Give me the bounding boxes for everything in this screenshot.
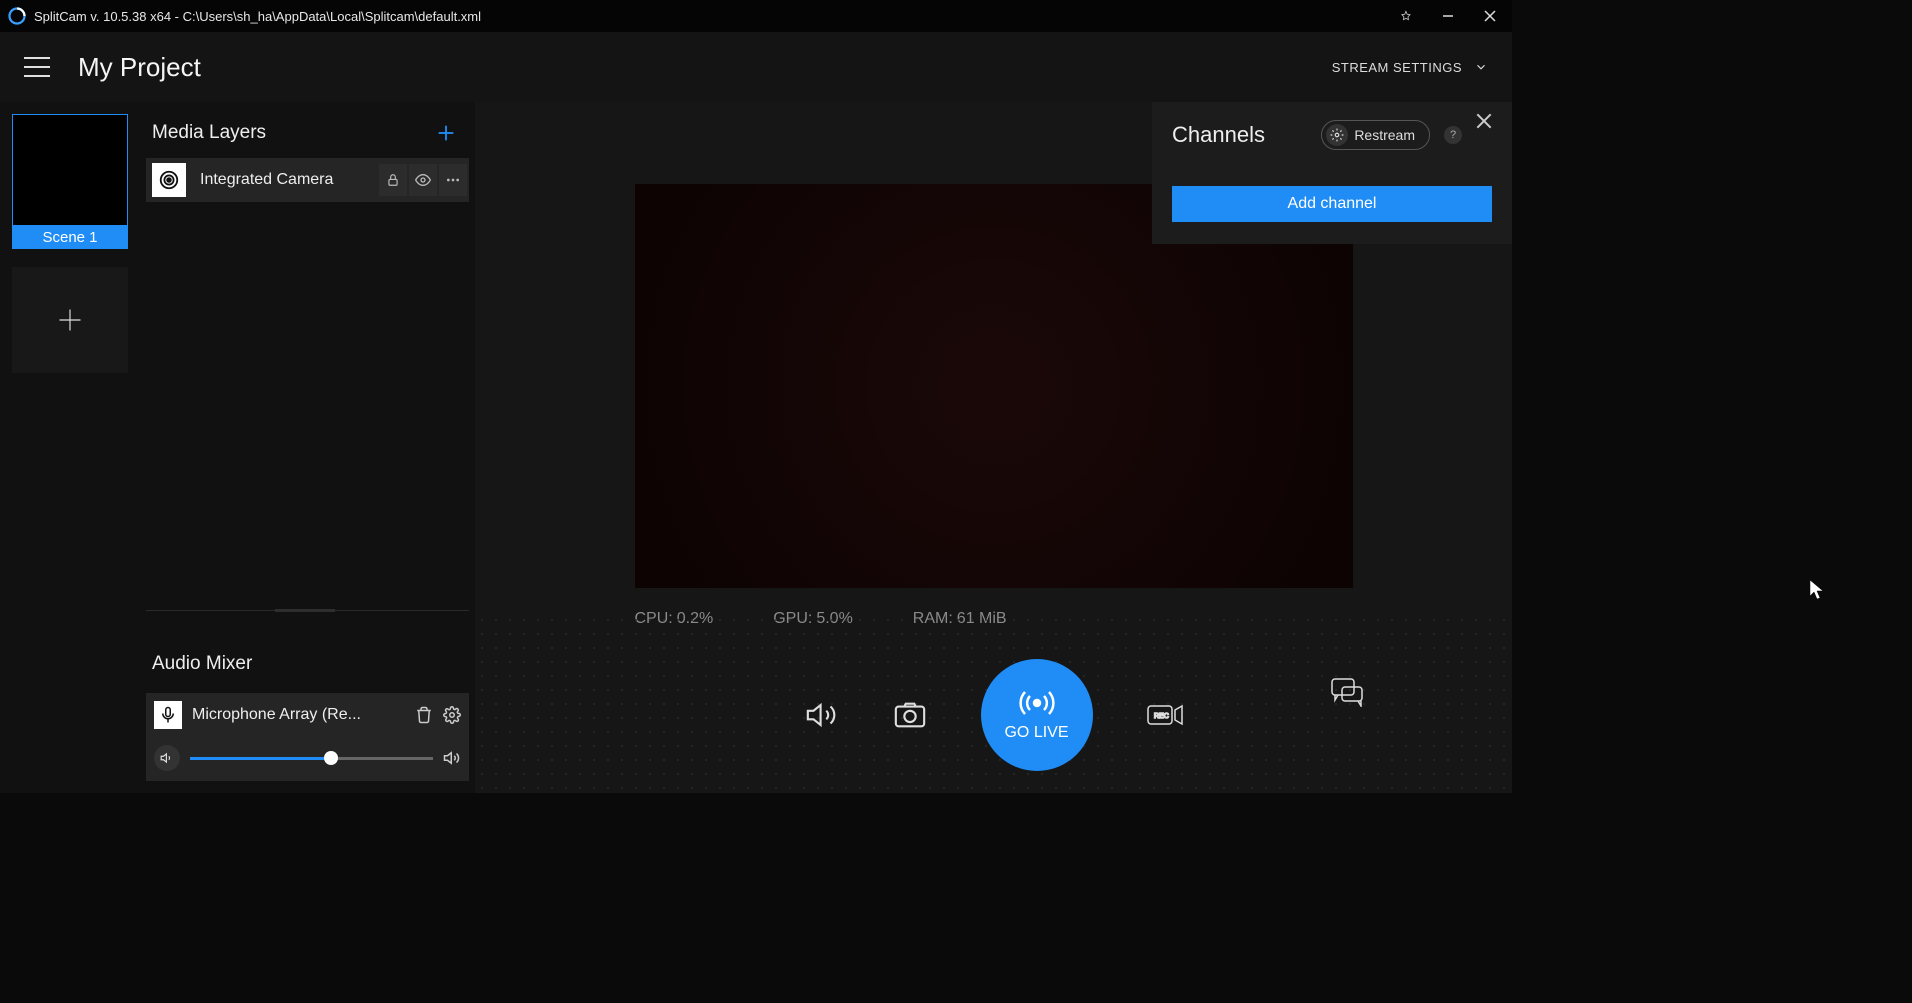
cpu-value: 0.2% <box>677 610 713 628</box>
stats-row: CPU: 0.2% GPU: 5.0% RAM: 61 MiB <box>635 610 1353 628</box>
minimize-button[interactable] <box>1434 2 1462 30</box>
pin-button[interactable] <box>1392 2 1420 30</box>
close-button[interactable] <box>1476 2 1504 30</box>
camera-icon <box>152 163 186 197</box>
gear-icon <box>1326 124 1348 146</box>
close-channels-button[interactable] <box>1476 113 1492 129</box>
slider-fill <box>190 757 331 760</box>
video-preview[interactable] <box>635 184 1353 588</box>
slider-thumb[interactable] <box>324 751 338 765</box>
go-live-button[interactable]: GO LIVE <box>981 659 1093 771</box>
audio-item: Microphone Array (Re... <box>146 693 469 781</box>
app-logo-icon <box>8 7 26 25</box>
chevron-down-icon <box>1474 60 1488 74</box>
channels-panel: Channels Restream ? Add channel <box>1152 102 1512 244</box>
cpu-label: CPU: <box>635 610 673 628</box>
volume-slider[interactable] <box>190 757 433 760</box>
bottom-controls: GO LIVE REC <box>475 659 1512 771</box>
broadcast-icon <box>1016 688 1058 718</box>
audio-item-header: Microphone Array (Re... <box>154 701 461 729</box>
gpu-label: GPU: <box>773 610 812 628</box>
cursor-icon <box>1810 580 1824 600</box>
media-layers-title: Media Layers <box>152 122 266 144</box>
ram-value: 61 MiB <box>957 610 1007 628</box>
channels-title: Channels <box>1172 122 1307 148</box>
scenes-column: Scene 1 <box>0 102 140 793</box>
scene-item[interactable]: Scene 1 <box>12 114 128 249</box>
audio-actions <box>415 706 461 724</box>
gpu-stat: GPU: 5.0% <box>773 610 853 628</box>
plus-icon <box>56 306 84 334</box>
media-layers-header: Media Layers <box>146 114 469 158</box>
microphone-icon <box>154 701 182 729</box>
record-button[interactable]: REC <box>1147 702 1183 728</box>
scene-thumbnail[interactable] <box>12 114 128 226</box>
add-channel-button[interactable]: Add channel <box>1172 186 1492 222</box>
add-channel-label: Add channel <box>1288 195 1377 213</box>
audio-mixer-title: Audio Mixer <box>152 653 252 675</box>
restream-button[interactable]: Restream <box>1321 120 1430 150</box>
app-header: My Project STREAM SETTINGS <box>0 32 1512 102</box>
left-sidebar: Scene 1 Media Layers Integ <box>0 102 475 793</box>
project-title: My Project <box>78 52 201 83</box>
audio-mixer-section: Audio Mixer Microphone Array (Re... <box>146 611 469 781</box>
snapshot-button[interactable] <box>893 698 927 732</box>
stream-settings-label: STREAM SETTINGS <box>1332 60 1462 75</box>
chat-button[interactable] <box>1330 677 1364 707</box>
layer-item[interactable]: Integrated Camera <box>146 158 469 202</box>
layers-list: Integrated Camera <box>146 158 469 610</box>
layer-name: Integrated Camera <box>196 171 369 189</box>
lock-button[interactable] <box>379 164 407 196</box>
more-button[interactable] <box>439 164 467 196</box>
audio-mixer-header: Audio Mixer <box>146 645 469 693</box>
audio-settings-button[interactable] <box>443 706 461 724</box>
restream-label: Restream <box>1354 127 1415 143</box>
audio-button[interactable] <box>805 698 839 732</box>
audio-name: Microphone Array (Re... <box>192 706 405 724</box>
add-scene-button[interactable] <box>12 267 128 373</box>
preview-area: CPU: 0.2% GPU: 5.0% RAM: 61 MiB <box>475 102 1512 793</box>
help-button[interactable]: ? <box>1444 126 1462 144</box>
window-title: SplitCam v. 10.5.38 x64 - C:\Users\sh_ha… <box>34 9 481 24</box>
mute-button[interactable] <box>154 745 180 771</box>
stream-settings-button[interactable]: STREAM SETTINGS <box>1332 60 1488 75</box>
header-left: My Project <box>24 52 201 83</box>
add-layer-button[interactable] <box>435 122 463 144</box>
svg-text:REC: REC <box>1154 713 1169 720</box>
layer-actions <box>379 164 467 196</box>
channels-header: Channels Restream ? <box>1172 120 1492 150</box>
audio-slider-row <box>154 745 461 771</box>
visibility-button[interactable] <box>409 164 437 196</box>
section-divider[interactable] <box>146 610 469 611</box>
delete-audio-button[interactable] <box>415 706 433 724</box>
window-titlebar: SplitCam v. 10.5.38 x64 - C:\Users\sh_ha… <box>0 0 1512 32</box>
go-live-label: GO LIVE <box>1004 724 1068 742</box>
ram-label: RAM: <box>913 610 953 628</box>
layers-column: Media Layers Integrated Camera <box>140 102 475 793</box>
main-content: Scene 1 Media Layers Integ <box>0 102 1512 793</box>
titlebar-left: SplitCam v. 10.5.38 x64 - C:\Users\sh_ha… <box>8 7 481 25</box>
menu-button[interactable] <box>24 57 50 77</box>
scene-label: Scene 1 <box>12 225 128 249</box>
cpu-stat: CPU: 0.2% <box>635 610 714 628</box>
gpu-value: 5.0% <box>816 610 852 628</box>
titlebar-controls <box>1392 2 1504 30</box>
volume-icon[interactable] <box>443 749 461 767</box>
ram-stat: RAM: 61 MiB <box>913 610 1007 628</box>
